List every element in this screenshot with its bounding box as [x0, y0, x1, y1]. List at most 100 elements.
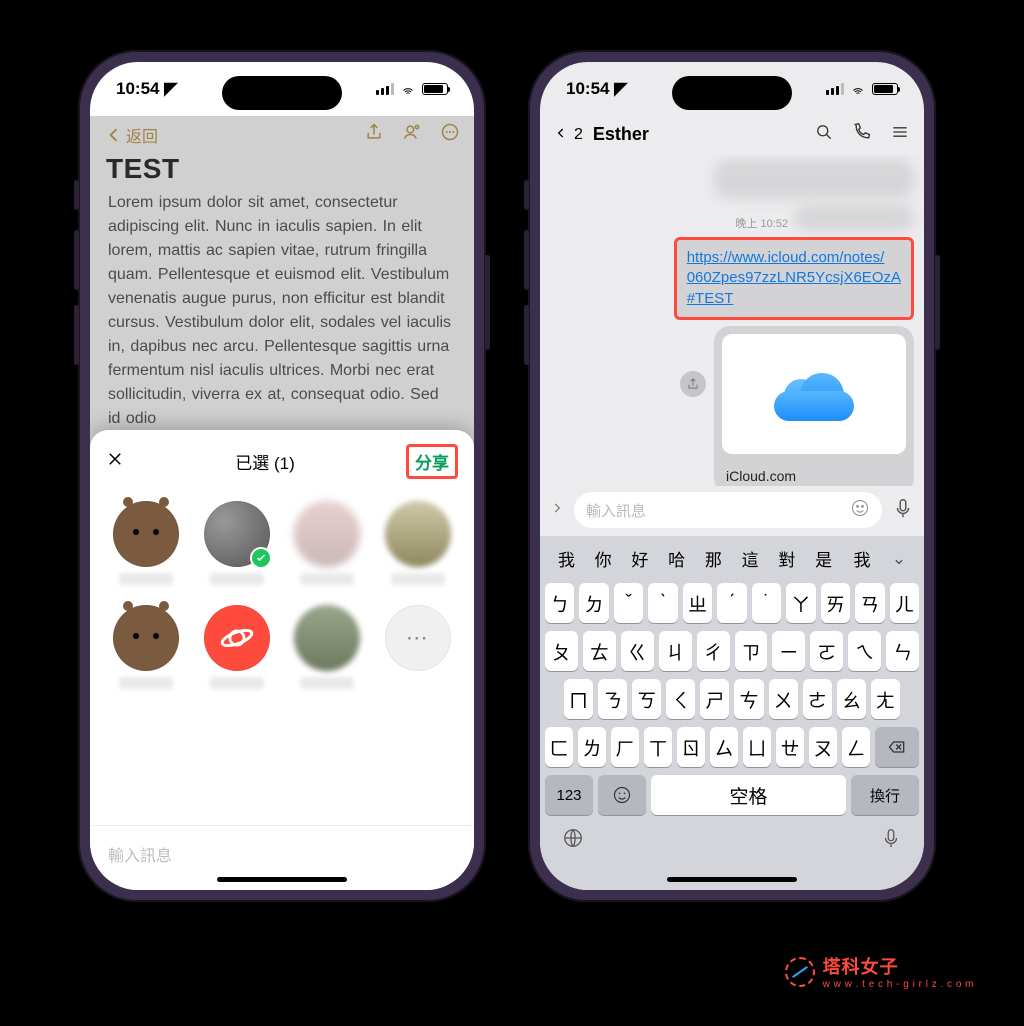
key[interactable]: ˋ	[648, 583, 677, 623]
key[interactable]: ㄡ	[809, 727, 837, 767]
key[interactable]: ㄞ	[821, 583, 850, 623]
suggestion[interactable]: 那	[695, 542, 732, 575]
key[interactable]: ㄝ	[776, 727, 804, 767]
suggestion[interactable]: 對	[769, 542, 806, 575]
home-indicator[interactable]	[667, 877, 797, 882]
key[interactable]: ㄩ	[743, 727, 771, 767]
close-button[interactable]	[106, 450, 124, 473]
suggestion[interactable]: 好	[622, 542, 659, 575]
key[interactable]: ㄏ	[611, 727, 639, 767]
check-icon	[250, 547, 272, 569]
location-arrow-icon: ◤	[614, 79, 627, 98]
shared-link-message[interactable]: https://www.icloud.com/notes/ 060Zpes97z…	[674, 237, 914, 320]
friend-item[interactable]	[291, 501, 364, 585]
emoji-icon[interactable]	[850, 498, 870, 522]
key[interactable]: ㄅ	[545, 583, 574, 623]
key[interactable]: ㄥ	[842, 727, 870, 767]
key[interactable]: ㄣ	[886, 631, 919, 671]
friend-item[interactable]	[201, 501, 274, 585]
mic-icon[interactable]	[892, 497, 914, 524]
numeric-key[interactable]: 123	[545, 775, 593, 815]
key[interactable]: ㄌ	[578, 727, 606, 767]
share-button[interactable]: 分享	[406, 444, 458, 479]
link-preview-card[interactable]: iCloud.com	[714, 326, 914, 486]
message-blurred	[714, 159, 914, 199]
key[interactable]: ㄤ	[871, 679, 900, 719]
friend-item[interactable]	[291, 605, 364, 689]
chat-input-bar: 輸入訊息	[540, 486, 924, 536]
key[interactable]: ㄍ	[621, 631, 654, 671]
suggestion[interactable]: 你	[585, 542, 622, 575]
return-key[interactable]: 換行	[851, 775, 919, 815]
expand-icon[interactable]	[550, 501, 564, 520]
sheet-title: 已選 (1)	[235, 449, 295, 474]
key-row: ㄆ ㄊ ㄍ ㄐ ㄔ ㄗ ㄧ ㄛ ㄟ ㄣ	[540, 627, 924, 675]
suggestion-expand-icon[interactable]: ⌄	[882, 545, 916, 573]
search-icon[interactable]	[814, 122, 834, 147]
phone-right: 10:54 ◤ 2 Esther 晚上 10:52	[528, 50, 936, 902]
chat-messages[interactable]: 晚上 10:52 https://www.icloud.com/notes/ 0…	[540, 155, 924, 486]
key[interactable]: ㄢ	[855, 583, 884, 623]
status-time: 10:54	[566, 79, 609, 98]
suggestion-bar: 我 你 好 哈 那 這 對 是 我 ⌄	[540, 536, 924, 579]
key[interactable]: ㄑ	[666, 679, 695, 719]
suggestion[interactable]: 我	[842, 542, 882, 575]
key[interactable]: ㄊ	[583, 631, 616, 671]
key[interactable]: ㄕ	[700, 679, 729, 719]
key[interactable]: ㄖ	[677, 727, 705, 767]
suggestion[interactable]: 這	[732, 542, 769, 575]
key[interactable]: ㄗ	[735, 631, 768, 671]
key[interactable]: ㄈ	[545, 727, 573, 767]
friend-item[interactable]	[110, 501, 183, 585]
dictation-icon[interactable]	[880, 827, 902, 854]
key[interactable]: ㄨ	[769, 679, 798, 719]
key[interactable]: ㄋ	[598, 679, 627, 719]
keyboard: 我 你 好 哈 那 這 對 是 我 ⌄ ㄅ ㄉ ˇ ˋ ㄓ ˊ ˙ ㄚ ㄞ	[540, 536, 924, 890]
key[interactable]: ㄒ	[644, 727, 672, 767]
key[interactable]: ㄚ	[786, 583, 815, 623]
message-input[interactable]: 輸入訊息	[574, 492, 882, 528]
key[interactable]: ㄎ	[632, 679, 661, 719]
share-sheet: 已選 (1) 分享 ⋯ 輸入訊息	[90, 430, 474, 890]
avatar-brown	[113, 501, 179, 567]
key[interactable]: ㄙ	[710, 727, 738, 767]
message-placeholder: 輸入訊息	[586, 500, 646, 521]
suggestion[interactable]: 哈	[658, 542, 695, 575]
back-count: 2	[574, 126, 583, 144]
key[interactable]: ㄐ	[659, 631, 692, 671]
space-key[interactable]: 空格	[651, 775, 846, 815]
watermark-url: w w w . t e c h - g i r l z . c o m	[823, 979, 974, 990]
reshare-icon[interactable]	[680, 371, 706, 397]
key[interactable]: ㄛ	[810, 631, 843, 671]
key[interactable]: ㄔ	[697, 631, 730, 671]
key[interactable]: ㄆ	[545, 631, 578, 671]
key[interactable]: ㄇ	[564, 679, 593, 719]
key[interactable]: ㄓ	[683, 583, 712, 623]
menu-icon[interactable]	[890, 122, 910, 147]
key[interactable]: ㄉ	[579, 583, 608, 623]
key[interactable]: ㄠ	[837, 679, 866, 719]
emoji-key[interactable]	[598, 775, 646, 815]
key[interactable]: ㄜ	[803, 679, 832, 719]
friend-item[interactable]	[382, 501, 455, 585]
back-icon[interactable]	[554, 124, 568, 145]
key[interactable]: ˙	[752, 583, 781, 623]
backspace-key[interactable]	[875, 727, 919, 767]
call-icon[interactable]	[852, 122, 872, 147]
key[interactable]: ˊ	[717, 583, 746, 623]
key[interactable]: ㄟ	[848, 631, 881, 671]
suggestion[interactable]: 是	[805, 542, 842, 575]
suggestion[interactable]: 我	[548, 542, 585, 575]
key[interactable]: ㄦ	[890, 583, 919, 623]
battery-icon	[872, 83, 898, 95]
friend-item[interactable]	[110, 605, 183, 689]
friend-item[interactable]	[201, 605, 274, 689]
friend-more[interactable]: ⋯	[382, 605, 455, 689]
key[interactable]: ㄧ	[772, 631, 805, 671]
key[interactable]: ㄘ	[734, 679, 763, 719]
home-indicator[interactable]	[217, 877, 347, 882]
share-friends-grid: ⋯	[90, 489, 474, 693]
dynamic-island	[222, 76, 342, 110]
key[interactable]: ˇ	[614, 583, 643, 623]
globe-icon[interactable]	[562, 827, 584, 854]
